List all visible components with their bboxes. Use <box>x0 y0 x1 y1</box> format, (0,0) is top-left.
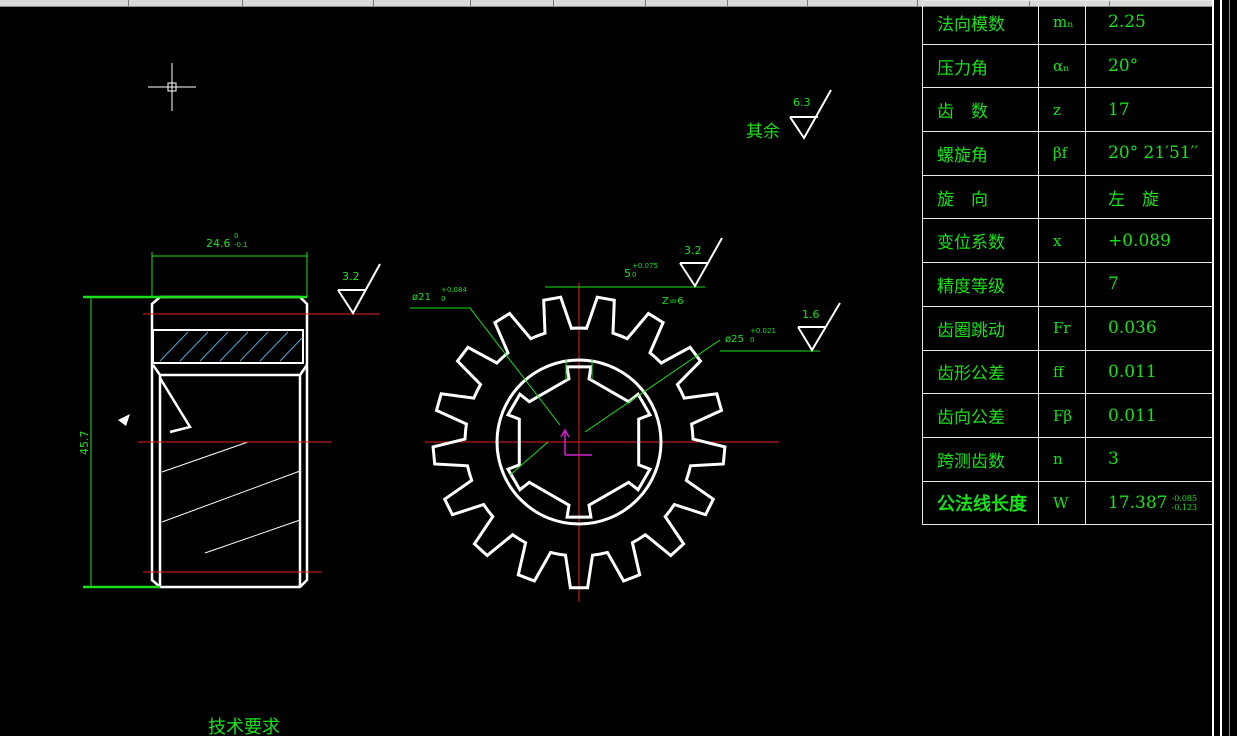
param-value: 17 <box>1085 87 1214 133</box>
param-row: 旋 向左 旋 <box>922 174 1214 220</box>
param-name: 齿形公差 <box>922 349 1039 395</box>
side-view: 24.6 0 -0.1 45.7 3.2 <box>78 232 381 589</box>
param-row: 齿圈跳动 Fr 0.036 <box>922 305 1214 351</box>
dim-width-tol-upper: 0 <box>234 232 238 240</box>
param-row: 齿向公差 Fβ 0.011 <box>922 393 1214 438</box>
cad-drawing-canvas[interactable]: 其余 6.3 24.6 0 -0.1 45.7 3.2 ø21 +0.084 0… <box>0 7 922 736</box>
param-value-text: 20° 21′51′′ <box>1108 143 1199 164</box>
param-value: 20° <box>1085 43 1214 89</box>
param-value: +0.089 <box>1085 218 1214 264</box>
param-row: 齿 数 z 17 <box>922 87 1214 133</box>
toolbar-tab[interactable] <box>0 0 129 6</box>
dim-bore-small-tol-upper: +0.084 <box>441 286 467 294</box>
param-value-text: 3 <box>1108 449 1119 470</box>
param-name: 跨测齿数 <box>922 436 1039 482</box>
param-value-text: +0.089 <box>1108 230 1171 251</box>
roughness-key-value: 3.2 <box>684 244 702 257</box>
param-value: 0.036 <box>1085 305 1214 351</box>
toolbar-tab[interactable] <box>553 0 646 6</box>
param-value: 17.387 -0.085 -0.123 <box>1085 480 1214 526</box>
param-value-text: 左 旋 <box>1108 189 1159 210</box>
dim-height: 45.7 <box>78 431 91 456</box>
param-symbol <box>1038 174 1086 220</box>
dim-bore-small: ø21 <box>412 292 431 303</box>
param-value: 20° 21′51′′ <box>1085 131 1214 176</box>
param-symbol: n <box>1038 436 1086 482</box>
param-value: 0.011 <box>1085 349 1214 395</box>
tech-req-title: 技术要求 <box>208 717 280 736</box>
param-name: 齿向公差 <box>922 393 1039 438</box>
param-symbol: αₙ <box>1038 43 1086 89</box>
roughness-rest-label: 其余 <box>746 122 780 142</box>
dim-key-tol-upper: +0.075 <box>632 262 658 270</box>
param-name: 公法线长度 <box>922 480 1039 526</box>
param-row: 变位系数 x +0.089 <box>922 218 1214 264</box>
param-row: 跨测齿数 n 3 <box>922 436 1214 482</box>
param-symbol: x <box>1038 218 1086 264</box>
dim-width-tol-lower: -0.1 <box>234 241 248 249</box>
param-value-text: 7 <box>1108 274 1119 295</box>
param-name: 压力角 <box>922 43 1039 89</box>
roughness-side-value: 3.2 <box>342 270 360 283</box>
dim-key-width: 5 <box>624 267 631 280</box>
front-view: ø21 +0.084 0 5 +0.075 0 Z=6 ø25 +0.021 0… <box>410 237 841 602</box>
param-value-text: 0.011 <box>1108 405 1157 426</box>
param-value: 0.011 <box>1085 393 1214 438</box>
param-symbol: βf <box>1038 131 1086 176</box>
crosshair-cursor-icon <box>148 63 196 111</box>
param-value: 3 <box>1085 436 1214 482</box>
dim-width: 24.6 <box>206 237 231 250</box>
param-name: 旋 向 <box>922 174 1039 220</box>
param-symbol: Fr <box>1038 305 1086 351</box>
param-name: 齿 数 <box>922 87 1039 133</box>
toolbar-tab[interactable] <box>128 0 243 6</box>
roughness-bore-value: 1.6 <box>802 308 820 321</box>
param-value-text: 0.011 <box>1108 361 1157 382</box>
param-value: 2.25 <box>1085 0 1214 45</box>
param-symbol: mₙ <box>1038 0 1086 45</box>
dim-key-tol-lower: 0 <box>632 271 636 279</box>
dim-bore-large-tol-upper: +0.021 <box>750 327 776 335</box>
tol-upper: -0.085 <box>1171 494 1198 504</box>
toolbar-tab[interactable] <box>242 0 374 6</box>
dim-bore-large-tol-lower: 0 <box>750 336 754 344</box>
param-row: 精度等级 7 <box>922 262 1214 307</box>
toolbar-tab[interactable] <box>807 0 918 6</box>
param-symbol: Fβ <box>1038 393 1086 438</box>
dim-bore-large: ø25 <box>725 334 744 345</box>
param-row: 公法线长度 W 17.387 -0.085 -0.123 <box>922 480 1214 526</box>
dim-spline-count: Z=6 <box>662 296 684 307</box>
param-value: 左 旋 <box>1085 174 1214 220</box>
param-row: 螺旋角 βf 20° 21′51′′ <box>922 131 1214 176</box>
param-value-text: 2.25 <box>1108 12 1146 33</box>
param-name: 精度等级 <box>922 262 1039 307</box>
param-symbol: z <box>1038 87 1086 133</box>
param-name: 齿圈跳动 <box>922 305 1039 351</box>
param-symbol: ff <box>1038 349 1086 395</box>
param-value-text: 20° <box>1108 56 1139 77</box>
toolbar-tab[interactable] <box>645 0 728 6</box>
roughness-rest-value: 6.3 <box>793 96 811 109</box>
param-tolerance: -0.085 -0.123 <box>1171 494 1197 512</box>
param-value-text: 17.387 <box>1108 492 1168 513</box>
param-row: 压力角 αₙ 20° <box>922 43 1214 89</box>
param-symbol: W <box>1038 480 1086 526</box>
param-name: 螺旋角 <box>922 131 1039 176</box>
param-row: 法向模数 mₙ 2.25 <box>922 0 1214 45</box>
toolbar-tab[interactable] <box>373 0 471 6</box>
param-name: 变位系数 <box>922 218 1039 264</box>
param-value: 7 <box>1085 262 1214 307</box>
toolbar-tab[interactable] <box>470 0 554 6</box>
param-symbol <box>1038 262 1086 307</box>
toolbar-tab[interactable] <box>727 0 808 6</box>
tol-lower: -0.123 <box>1171 503 1198 513</box>
param-value-text: 17 <box>1108 99 1130 120</box>
dim-bore-small-tol-lower: 0 <box>441 295 445 303</box>
right-edge-scrollbar[interactable] <box>1212 0 1237 736</box>
param-value-text: 0.036 <box>1108 318 1157 339</box>
gear-parameter-table: 法向模数 mₙ 2.25 压力角 αₙ 20° 齿 数 z 17 螺旋角 βf 20° 21′51′′… <box>922 0 1214 526</box>
param-name: 法向模数 <box>922 0 1039 45</box>
param-row: 齿形公差 ff 0.011 <box>922 349 1214 395</box>
